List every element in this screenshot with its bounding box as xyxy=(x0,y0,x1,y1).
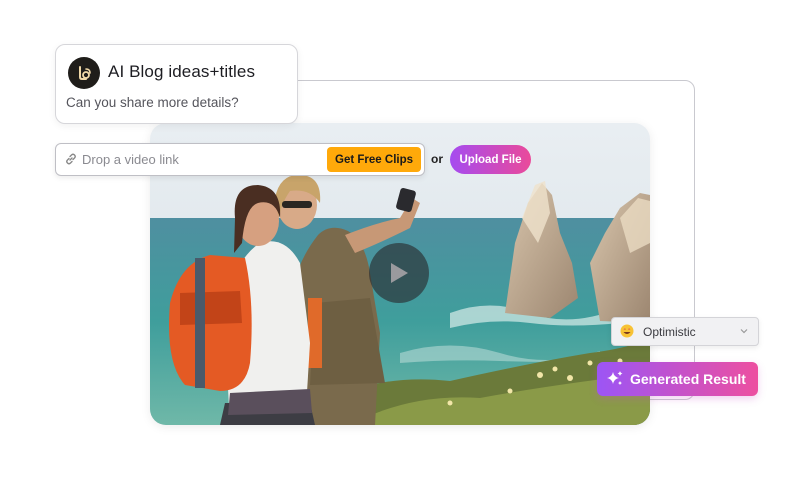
or-label: or xyxy=(431,152,443,166)
chat-card: AI Blog ideas+titles Can you share more … xyxy=(55,44,298,124)
video-link-input[interactable] xyxy=(82,148,332,170)
tone-selected-value: Optimistic xyxy=(643,325,696,339)
video-link-bar: Get Free Clips xyxy=(55,143,425,176)
link-icon xyxy=(66,153,76,165)
tone-dropdown[interactable]: Optimistic xyxy=(611,317,759,346)
logo-icon xyxy=(68,57,100,89)
chat-subtitle: Can you share more details? xyxy=(66,95,239,110)
generated-result-label: Generated Result xyxy=(630,371,746,387)
get-free-clips-button[interactable]: Get Free Clips xyxy=(327,147,421,172)
play-icon xyxy=(391,263,408,283)
chat-title: AI Blog ideas+titles xyxy=(108,62,256,81)
smiling-face-emoji-icon xyxy=(620,324,634,338)
chevron-down-icon xyxy=(740,329,748,334)
sparkle-icon xyxy=(607,371,623,385)
upload-file-button[interactable]: Upload File xyxy=(450,145,531,174)
marketing-ui-stage: AI Blog ideas+titles Can you share more … xyxy=(0,0,800,479)
generated-result-button[interactable]: Generated Result xyxy=(597,362,758,396)
play-button[interactable] xyxy=(369,243,429,303)
